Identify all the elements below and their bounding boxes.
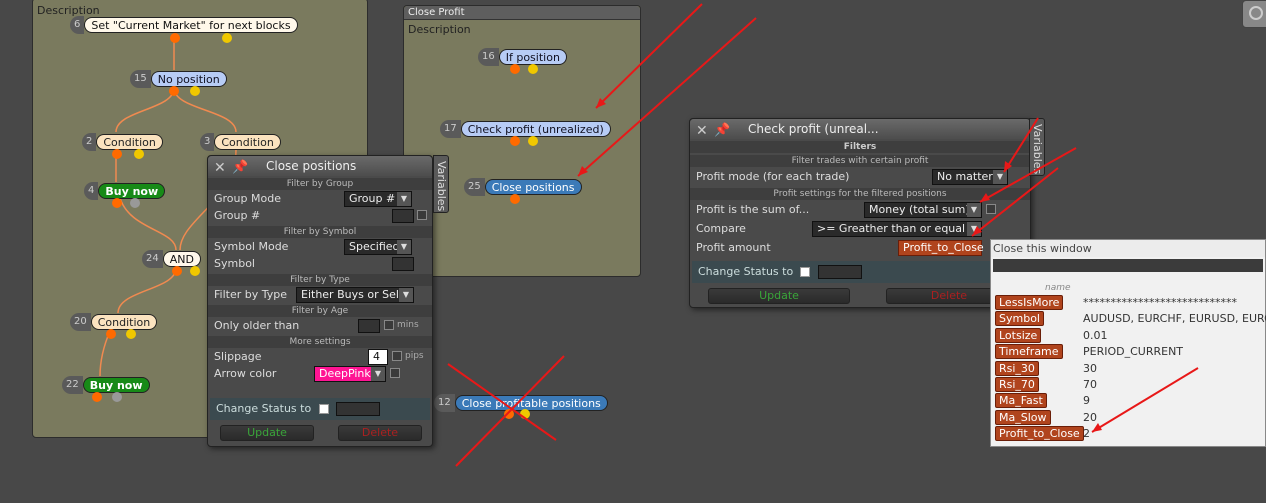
annotation-arrow — [979, 147, 1077, 203]
annotation-arrowhead — [980, 193, 990, 202]
annotation-arrowhead — [972, 226, 982, 236]
annotation-overlay — [447, 3, 1199, 467]
annotation-arrow — [577, 17, 757, 177]
annotation-arrow — [595, 3, 703, 109]
annotation-arrow — [971, 167, 1059, 237]
annotation-arrow — [1091, 367, 1199, 433]
annotation-cross — [447, 363, 557, 441]
annotation-cross — [455, 355, 565, 467]
annotation-arrowhead — [1092, 423, 1102, 432]
annotation-arrow — [1003, 117, 1039, 173]
